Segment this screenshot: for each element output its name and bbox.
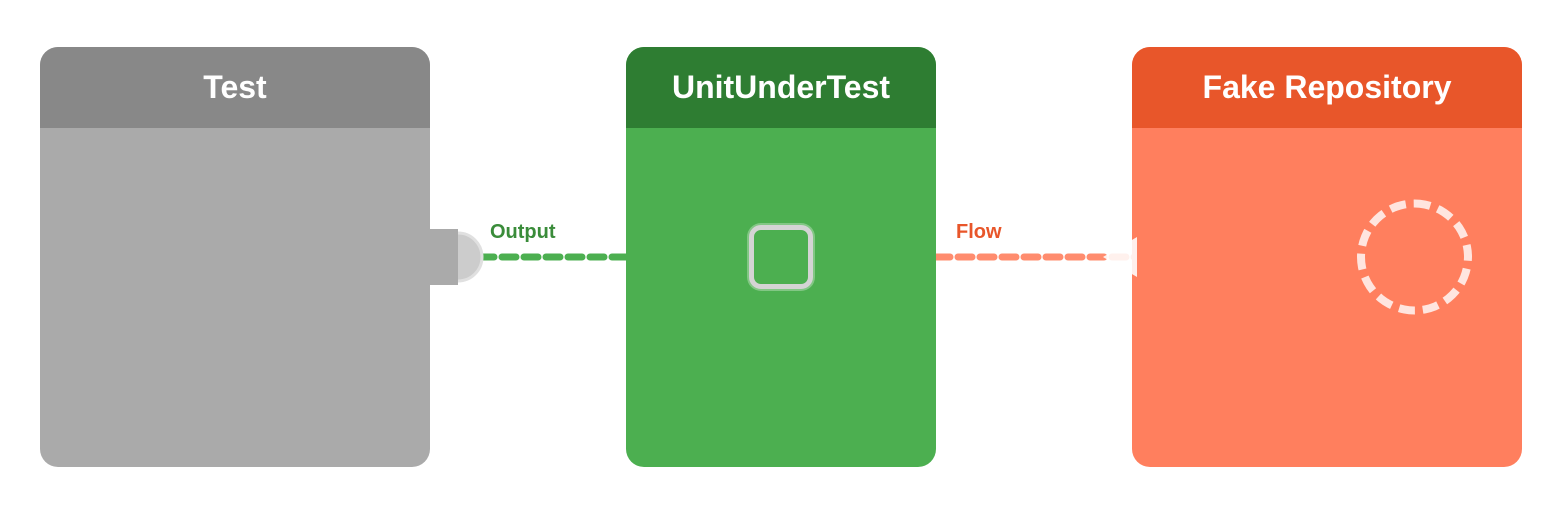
- left-connector-area: Output: [430, 217, 626, 297]
- right-connector-area: Flow: [936, 217, 1132, 297]
- fake-box: Fake Repository: [1132, 47, 1522, 467]
- unit-box-wrapper: UnitUnderTest: [626, 47, 936, 467]
- d-shape-icon: [430, 229, 486, 285]
- green-dashed-line-left: [480, 250, 630, 264]
- test-box-header: Test: [40, 47, 430, 128]
- diagram: Test Output UnitUnderTest Flow: [0, 0, 1562, 513]
- arrow-left-icon: [1103, 237, 1137, 277]
- output-label: Output: [490, 221, 556, 244]
- fake-box-header: Fake Repository: [1132, 47, 1522, 128]
- test-box: Test: [40, 47, 430, 467]
- dashed-circle-icon: [1357, 199, 1472, 314]
- flow-label: Flow: [956, 221, 1002, 244]
- square-port: [749, 225, 813, 289]
- unit-box-header: UnitUnderTest: [626, 47, 936, 128]
